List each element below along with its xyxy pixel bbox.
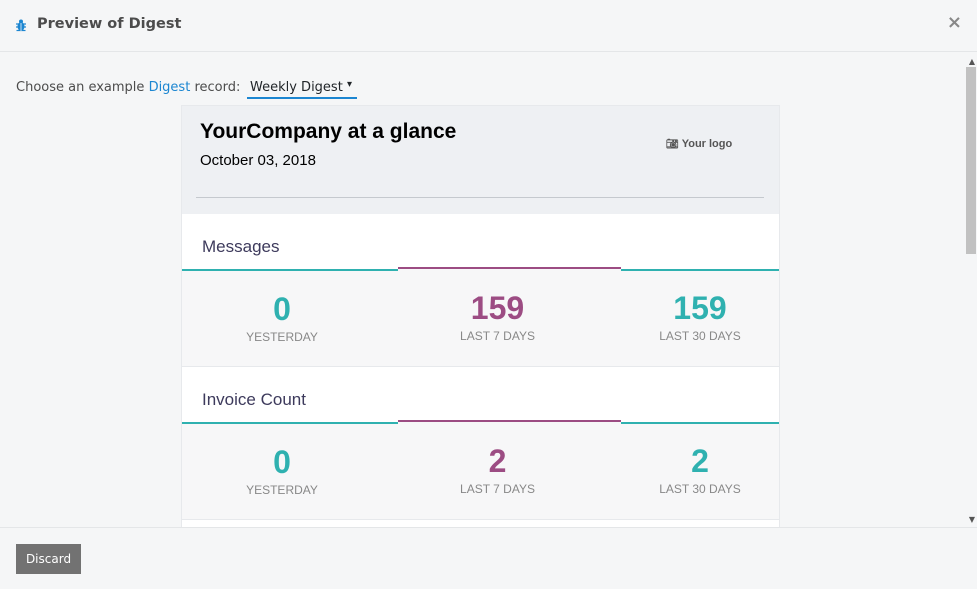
discard-button[interactable]: Discard <box>16 544 81 574</box>
bug-icon <box>16 19 26 32</box>
modal-footer: Discard <box>0 527 977 589</box>
kpi-yesterday: 0 YESTERDAY <box>182 269 382 386</box>
logo-placeholder: 📷︎ Your logo <box>666 138 732 150</box>
kpi-yesterday: 0 YESTERDAY <box>182 422 382 527</box>
digest-record-select-value: Weekly Digest <box>250 80 343 95</box>
kpi-title: Invoice Count <box>202 390 306 409</box>
kpi-label: YESTERDAY <box>246 483 318 497</box>
record-chooser-label: Choose an example Digest record: <box>16 80 240 95</box>
digest-date: October 03, 2018 <box>200 152 316 169</box>
kpi-title: Messages <box>202 237 280 256</box>
modal-title: Preview of Digest <box>37 16 182 32</box>
kpi-label: LAST 30 DAYS <box>659 482 741 496</box>
scroll-down-icon[interactable]: ▼ <box>969 515 975 524</box>
digest-record-select[interactable]: Weekly Digest ▾ <box>247 78 357 99</box>
header-divider <box>196 197 764 198</box>
vertical-scrollbar[interactable]: ▲ ▼ <box>965 53 977 527</box>
kpi-row: 0 YESTERDAY 2 LAST 7 DAYS 2 LAST 30 DAYS <box>182 420 779 520</box>
logo-text: Your logo <box>681 138 733 150</box>
scrollbar-thumb[interactable] <box>966 67 976 254</box>
kpi-label: YESTERDAY <box>246 330 318 344</box>
kpi-last-7-days: 2 LAST 7 DAYS <box>398 422 597 527</box>
modal-header: Preview of Digest × <box>0 0 977 52</box>
kpi-label: LAST 7 DAYS <box>460 482 535 496</box>
chevron-down-icon: ▾ <box>346 79 352 90</box>
kpi-label: LAST 30 DAYS <box>659 329 741 343</box>
digest-header: YourCompany at a glance October 03, 2018… <box>182 106 779 214</box>
chooser-suffix: record: <box>194 80 241 95</box>
kpi-value: 0 <box>273 291 291 327</box>
kpi-value: 0 <box>273 444 291 480</box>
camera-icon: 📷︎ <box>666 139 679 150</box>
digest-link[interactable]: Digest <box>149 80 191 95</box>
kpi-label: LAST 7 DAYS <box>460 329 535 343</box>
modal-body: Choose an example Digest record: Weekly … <box>0 53 977 527</box>
kpi-last-30-days: 2 LAST 30 DAYS <box>621 422 779 527</box>
kpi-value: 159 <box>470 290 525 326</box>
kpi-value: 2 <box>691 443 709 479</box>
scroll-up-icon[interactable]: ▲ <box>969 57 975 66</box>
kpi-last-7-days: 159 LAST 7 DAYS <box>398 269 597 385</box>
kpi-value: 159 <box>673 290 727 326</box>
kpi-last-30-days: 159 LAST 30 DAYS <box>621 269 779 385</box>
company-heading: YourCompany at a glance <box>200 120 457 143</box>
kpi-value: 2 <box>488 443 507 479</box>
digest-preview: YourCompany at a glance October 03, 2018… <box>181 105 780 527</box>
chooser-prefix: Choose an example <box>16 80 145 95</box>
close-icon[interactable]: × <box>947 12 962 33</box>
kpi-row: 0 YESTERDAY 159 LAST 7 DAYS 159 LAST 30 … <box>182 267 779 367</box>
